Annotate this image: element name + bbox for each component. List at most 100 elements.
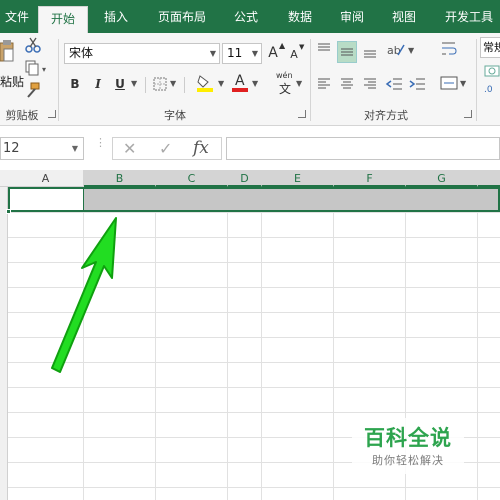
- tab-review[interactable]: 审阅: [330, 0, 374, 33]
- format-painter-button[interactable]: [24, 81, 42, 102]
- increase-indent-button[interactable]: [408, 77, 426, 94]
- chevron-down-icon[interactable]: ▼: [218, 74, 224, 94]
- font-launcher-icon[interactable]: [298, 110, 306, 118]
- tab-home[interactable]: 开始: [38, 6, 88, 34]
- column-header-b[interactable]: B: [84, 170, 156, 187]
- svg-text:▾: ▾: [42, 65, 46, 74]
- number-format-combo[interactable]: 常规: [480, 37, 500, 58]
- chevron-down-icon[interactable]: ▼: [252, 74, 258, 94]
- phonetic-button[interactable]: wén: [276, 71, 293, 80]
- grid-column-line: [261, 187, 262, 500]
- column-header-g[interactable]: G: [406, 170, 478, 187]
- grid-row-line: [8, 362, 500, 363]
- group-separator: [476, 39, 477, 121]
- decrease-indent-icon: [385, 78, 402, 90]
- watermark: 百科全说 助你轻松解决: [352, 418, 464, 474]
- merge-center-button[interactable]: [440, 73, 458, 96]
- paste-button[interactable]: [0, 37, 16, 77]
- font-name-value: 宋体: [69, 46, 94, 60]
- align-middle-button[interactable]: [337, 41, 357, 63]
- align-right-button[interactable]: [362, 77, 378, 94]
- grow-font-button[interactable]: A: [266, 43, 280, 63]
- increase-decimal-icon[interactable]: .0: [484, 85, 493, 95]
- chevron-down-icon[interactable]: ▼: [170, 74, 176, 94]
- chevron-down-icon[interactable]: ▼: [296, 74, 302, 94]
- font-name-combo[interactable]: 宋体 ▼: [64, 43, 220, 64]
- active-cell[interactable]: [8, 187, 84, 212]
- italic-button[interactable]: I: [92, 74, 104, 94]
- font-size-combo[interactable]: 11 ▼: [222, 43, 262, 64]
- paste-label: 粘贴: [0, 75, 25, 89]
- align-bottom-icon: [364, 50, 376, 58]
- wrap-text-button[interactable]: [440, 39, 458, 62]
- scissors-icon: [25, 37, 41, 53]
- divider: [184, 77, 185, 93]
- column-header-e[interactable]: E: [262, 170, 334, 187]
- format-painter-icon: [27, 82, 40, 98]
- fill-color-button[interactable]: [196, 73, 214, 96]
- watermark-subtitle: 助你轻松解决: [372, 454, 444, 467]
- align-left-icon: [318, 78, 330, 89]
- align-top-button[interactable]: [316, 41, 332, 60]
- alignment-launcher-icon[interactable]: [464, 110, 472, 118]
- formula-input[interactable]: [226, 137, 500, 160]
- chevron-down-icon[interactable]: ▼: [408, 41, 414, 61]
- column-header-d[interactable]: D: [228, 170, 262, 187]
- bold-button[interactable]: B: [68, 74, 82, 94]
- tab-file[interactable]: 文件: [0, 0, 34, 33]
- insert-function-icon[interactable]: fx: [193, 138, 209, 159]
- watermark-title: 百科全说: [364, 426, 452, 450]
- fill-handle[interactable]: [6, 209, 11, 214]
- name-box[interactable]: 12 ▼: [0, 137, 84, 160]
- font-group-label: 字体: [164, 109, 186, 122]
- align-bottom-button[interactable]: [362, 43, 378, 64]
- tab-formulas[interactable]: 公式: [222, 0, 270, 33]
- grid-row-line: [8, 312, 500, 313]
- cancel-icon[interactable]: ✕: [123, 138, 136, 159]
- alignment-group-label: 对齐方式: [364, 109, 408, 122]
- borders-button[interactable]: [153, 77, 167, 94]
- chevron-down-icon: ▼: [71, 144, 78, 153]
- grid-row-line: [8, 487, 500, 488]
- grid-row-line: [8, 412, 500, 413]
- copy-button[interactable]: ▾: [24, 59, 50, 80]
- ribbon: 粘贴 ▾ 剪贴板 宋体 ▼ 11 ▼ A ▲ A ▼ B I U ▼ ▼ ▼ A…: [0, 33, 500, 126]
- tab-data[interactable]: 数据: [276, 0, 324, 33]
- cut-button[interactable]: [24, 36, 42, 57]
- row-header-bar: [0, 187, 8, 500]
- underline-button[interactable]: U: [114, 74, 126, 94]
- align-center-button[interactable]: [339, 77, 355, 94]
- orientation-button[interactable]: ab: [386, 41, 408, 62]
- phonetic-icon: 文: [279, 82, 292, 96]
- align-left-button[interactable]: [316, 77, 332, 94]
- grid-row-line: [8, 237, 500, 238]
- increase-indent-icon: [409, 78, 425, 90]
- currency-icon: [484, 65, 500, 77]
- tab-view[interactable]: 视图: [382, 0, 426, 33]
- decrease-indent-button[interactable]: [385, 77, 403, 94]
- column-header-a[interactable]: A: [8, 170, 84, 187]
- align-center-icon: [341, 78, 353, 89]
- chevron-down-icon[interactable]: ▼: [460, 74, 466, 94]
- grid-column-line: [333, 187, 334, 500]
- column-header-f[interactable]: F: [334, 170, 406, 187]
- font-size-value: 11: [227, 46, 243, 60]
- chevron-down-icon[interactable]: ▼: [131, 74, 137, 94]
- column-header[interactable]: [478, 170, 500, 187]
- clipboard-launcher-icon[interactable]: [48, 110, 56, 118]
- font-color-glyph: A: [235, 73, 245, 89]
- enter-icon[interactable]: ✓: [159, 138, 172, 159]
- grid-column-line: [83, 187, 84, 500]
- drag-handle-icon[interactable]: ⋮: [95, 137, 106, 148]
- tab-developer[interactable]: 开发工具: [438, 0, 500, 33]
- font-color-button[interactable]: A: [232, 73, 248, 93]
- merge-center-icon: [440, 76, 458, 90]
- accounting-format-button[interactable]: [484, 63, 500, 82]
- grid-row-line: [8, 212, 500, 213]
- grid-column-line: [227, 187, 228, 500]
- column-header-bar: ABCDEFG: [0, 170, 500, 187]
- column-header-c[interactable]: C: [156, 170, 228, 187]
- tab-insert[interactable]: 插入: [92, 0, 140, 33]
- wrap-text-icon: [442, 42, 457, 55]
- tab-page-layout[interactable]: 页面布局: [150, 0, 214, 33]
